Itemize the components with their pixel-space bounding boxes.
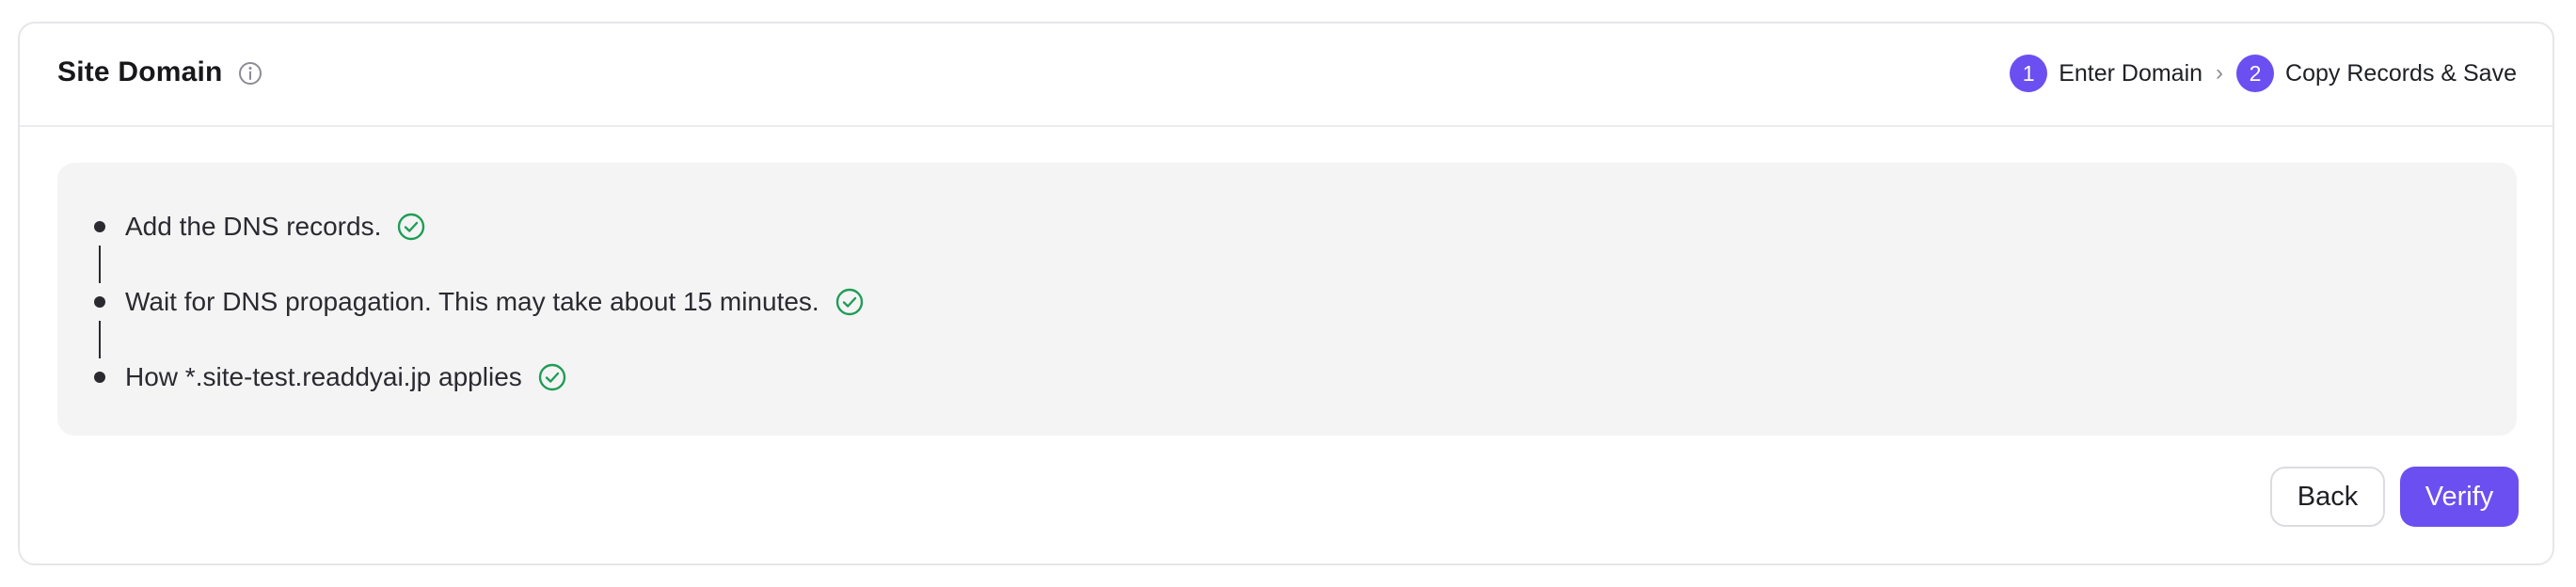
- chevron-right-icon: ›: [2216, 60, 2224, 86]
- list-bullet: [94, 296, 105, 308]
- info-circle-icon[interactable]: [238, 61, 262, 86]
- timeline-connector: [99, 246, 101, 283]
- list-item: Add the DNS records.: [125, 208, 426, 246]
- verify-button[interactable]: Verify: [2400, 467, 2519, 527]
- step-1-badge: 1: [2010, 55, 2048, 92]
- list-item: Wait for DNS propagation. This may take …: [125, 283, 865, 321]
- card-header: Site Domain 1 Enter Domain › 2 Copy Reco…: [20, 24, 2552, 127]
- list-bullet: [94, 372, 105, 383]
- page-title: Site Domain: [57, 56, 223, 87]
- step-indicator: 1 Enter Domain › 2 Copy Records & Save: [2010, 54, 2517, 93]
- list-bullet: [94, 221, 105, 232]
- check-circle-icon: [398, 213, 425, 241]
- back-button[interactable]: Back: [2270, 467, 2385, 527]
- step-1-label: Enter Domain: [2059, 59, 2203, 87]
- record-step-text: Wait for DNS propagation. This may take …: [125, 287, 819, 316]
- timeline-connector: [99, 321, 101, 358]
- check-circle-icon: [538, 363, 565, 391]
- dns-records-panel: Add the DNS records. Wait for DNS propag…: [57, 163, 2517, 436]
- step-2-badge: 2: [2236, 55, 2275, 92]
- list-item: How *.site-test.readdyai.jp applies: [125, 358, 567, 396]
- step-2-label: Copy Records & Save: [2285, 59, 2517, 87]
- site-domain-card: Site Domain 1 Enter Domain › 2 Copy Reco…: [18, 22, 2554, 565]
- record-step-text: How *.site-test.readdyai.jp applies: [125, 362, 522, 391]
- record-step-text: Add the DNS records.: [125, 212, 382, 241]
- check-circle-icon: [835, 288, 863, 316]
